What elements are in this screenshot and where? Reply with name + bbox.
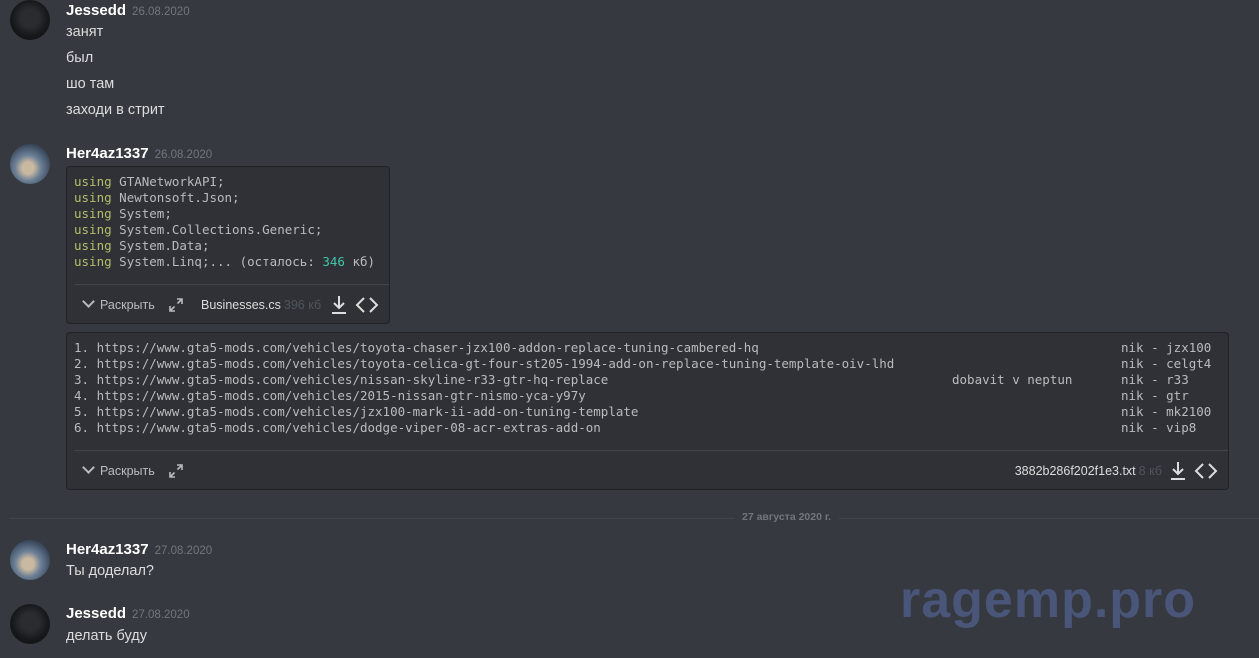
timestamp: 27.08.2020 (132, 609, 190, 621)
message-text: заходи в стрит (66, 102, 165, 118)
avatar[interactable] (10, 144, 50, 184)
message-text: занят (66, 24, 104, 40)
username[interactable]: Her4az1337 (66, 541, 149, 558)
date-divider (10, 518, 1259, 519)
expand-button[interactable]: Раскрыть (81, 461, 155, 478)
fullscreen-icon[interactable] (169, 298, 183, 312)
username[interactable]: Her4az1337 (66, 145, 149, 162)
expand-button[interactable]: Раскрыть (81, 295, 155, 312)
divider (74, 284, 389, 285)
download-icon[interactable] (329, 294, 349, 316)
avatar[interactable] (10, 0, 50, 40)
download-icon[interactable] (1168, 460, 1188, 482)
attachment-toolbar: Раскрыть Businesses.cs 396 кб (67, 290, 389, 322)
timestamp: 26.08.2020 (132, 6, 190, 18)
note-text: dobavit v neptun (952, 372, 1073, 387)
message-header: Jessedd 27.08.2020 (66, 605, 190, 623)
file-size: 396 кб (283, 298, 322, 312)
date-divider-label: 27 августа 2020 г. (734, 511, 840, 523)
attachment-toolbar: Раскрыть 3882b286f202f1e3.txt 8 кб (67, 456, 1228, 488)
message-header: Her4az1337 26.08.2020 (66, 145, 212, 163)
message-text: был (66, 50, 94, 66)
chevron-down-icon (82, 461, 95, 474)
avatar[interactable] (10, 604, 50, 644)
timestamp: 26.08.2020 (154, 149, 213, 161)
message-header: Her4az1337 27.08.2020 (66, 541, 212, 559)
file-size: 8 кб (1138, 464, 1162, 478)
avatar[interactable] (10, 540, 50, 580)
message-text: делать буду (66, 628, 147, 644)
code-icon[interactable] (355, 296, 379, 314)
message-text: шо там (66, 76, 115, 92)
message-header: Jessedd 26.08.2020 (66, 2, 190, 20)
code-icon[interactable] (1194, 462, 1218, 480)
file-name[interactable]: 3882b286f202f1e3.txt 8 кб (1015, 464, 1162, 478)
watermark: ragemp.pro (900, 571, 1197, 629)
code-preview[interactable]: using GTANetworkAPI; using Newtonsoft.Js… (74, 174, 375, 270)
file-name[interactable]: Businesses.cs 396 кб (201, 298, 321, 312)
divider (74, 450, 1228, 451)
username[interactable]: Jessedd (66, 605, 126, 622)
message-text: Ты доделал? (66, 563, 154, 579)
text-preview[interactable]: 1. https://www.gta5-mods.com/vehicles/to… (74, 340, 894, 436)
username[interactable]: Jessedd (66, 2, 126, 19)
text-file-attachment: 1. https://www.gta5-mods.com/vehicles/to… (66, 332, 1229, 490)
fullscreen-icon[interactable] (169, 464, 183, 478)
chevron-down-icon (82, 295, 95, 308)
nik-column: nik - jzx100 nik - celgt4 nik - r33 nik … (1121, 340, 1212, 435)
code-file-attachment: using GTANetworkAPI; using Newtonsoft.Js… (66, 166, 390, 324)
timestamp: 27.08.2020 (154, 545, 213, 557)
